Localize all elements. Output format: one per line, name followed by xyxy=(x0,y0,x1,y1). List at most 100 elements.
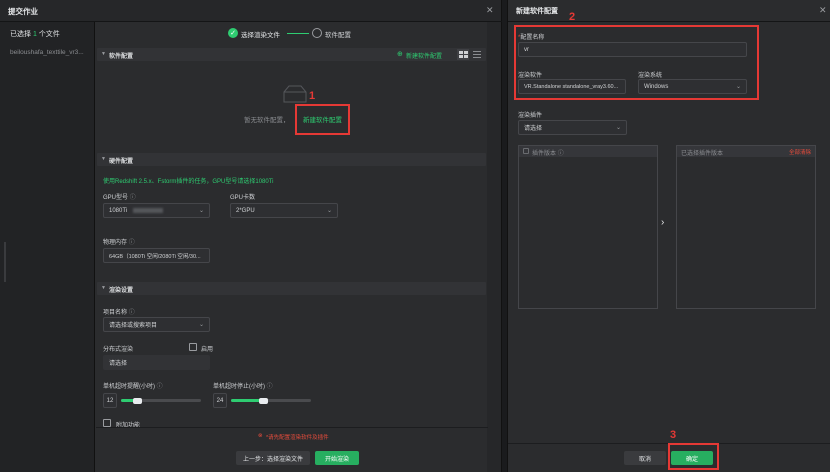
project-label: 项目名称 xyxy=(103,310,128,316)
start-render-button[interactable]: 开始渲染 xyxy=(315,451,359,465)
gpu-model-value: 1080Ti xyxy=(109,207,128,214)
info-icon: ⓘ xyxy=(156,384,163,390)
annotation-number: 2 xyxy=(569,11,576,23)
gpu-count-select[interactable]: 2*GPU ⌄ xyxy=(230,203,338,218)
memory-label: 物理内存 xyxy=(103,240,128,246)
confirm-button[interactable]: 确定 xyxy=(671,451,713,465)
selected-suffix: 个文件 xyxy=(36,31,60,38)
new-config-panel: 新建软件配置 ✕ *配置名称 vr 渲染软件 VR.Standalone sta… xyxy=(507,0,830,472)
chevron-down-icon: ⌄ xyxy=(198,208,204,214)
info-icon: ⓘ xyxy=(128,310,135,316)
empty-text: 暂无软件配置， xyxy=(244,117,290,124)
config-name-input[interactable]: vr xyxy=(518,42,747,57)
extra-feature-checkbox[interactable] xyxy=(103,419,111,427)
clear-all-link[interactable]: 全部清除 xyxy=(789,148,811,156)
stop-slider-handle[interactable] xyxy=(259,397,268,404)
render-plugin-label: 渲染插件 xyxy=(518,113,543,119)
gpu-count-label: GPU卡数 xyxy=(230,195,256,201)
render-os-label: 渲染系统 xyxy=(638,73,663,79)
chevron-down-icon: ⌄ xyxy=(735,84,741,90)
selected-count-text: 已选择 1 个文件 xyxy=(10,29,60,39)
empty-box-icon xyxy=(281,84,309,104)
close-icon[interactable]: ✕ xyxy=(486,5,494,16)
config-name-label: 配置名称 xyxy=(520,35,545,41)
error-icon: ⊗ xyxy=(258,433,263,439)
empty-new-config-link[interactable]: 新建软件配置 xyxy=(303,114,342,124)
chevron-down-icon: ⌄ xyxy=(326,208,332,214)
render-software-select[interactable]: VR.Standalone standalone_vray3.60... xyxy=(518,79,626,94)
error-text: *请先配置渲染软件及插件 xyxy=(266,435,329,441)
render-software-label: 渲染软件 xyxy=(518,73,543,79)
plugin-version-header-label: 插件版本 xyxy=(532,151,557,157)
config-name-label-row: *配置名称 xyxy=(518,32,544,41)
selected-version-header-label: 已选择插件版本 xyxy=(681,151,724,157)
panel-title-divider xyxy=(508,21,830,22)
project-label-row: 项目名称 ⓘ xyxy=(103,307,135,316)
panel-footer-divider xyxy=(508,443,830,444)
distributed-enable-label: 启用 xyxy=(201,347,214,353)
file-item[interactable]: beiloushafa_texttile_vr3... xyxy=(10,49,84,56)
step-select-files[interactable]: 选择渲染文件 xyxy=(241,29,280,39)
step-circle-icon xyxy=(312,28,322,38)
plus-circle-icon[interactable]: ⊕ xyxy=(397,50,403,58)
plugin-version-header-row: 插件版本 ⓘ xyxy=(532,148,564,157)
grid-view-icon[interactable] xyxy=(457,49,469,60)
render-section-header[interactable] xyxy=(97,282,486,295)
distributed-select[interactable]: 请选择 xyxy=(103,355,210,370)
select-all-checkbox[interactable] xyxy=(523,148,529,154)
distributed-checkbox[interactable] xyxy=(189,343,197,351)
blurred-region xyxy=(133,208,164,213)
step-connector xyxy=(287,33,309,34)
annotation-number: 1 xyxy=(309,90,316,102)
gpu-model-select[interactable]: 1080Ti ⌄ xyxy=(103,203,210,218)
cancel-button[interactable]: 取消 xyxy=(624,451,666,465)
memory-label-row: 物理内存 ⓘ xyxy=(103,237,135,246)
plugin-version-list[interactable] xyxy=(518,145,658,309)
footer-divider xyxy=(96,427,488,428)
stop-label-row: 单机超时停止(小时) ⓘ xyxy=(213,381,273,390)
dialog-title: 提交作业 xyxy=(8,7,38,16)
render-plugin-value: 请选择 xyxy=(524,126,543,132)
stop-hours-input[interactable]: 24 xyxy=(213,393,227,408)
file-list-panel: 已选择 1 个文件 beiloushafa_texttile_vr3... xyxy=(0,22,95,472)
close-icon[interactable]: ✕ xyxy=(819,5,827,16)
selected-version-list xyxy=(676,145,816,309)
panel-title: 新建软件配置 xyxy=(516,8,558,15)
prev-step-button[interactable]: 上一步：选择渲染文件 xyxy=(236,451,310,465)
gpu-model-label-row: GPU型号 ⓘ xyxy=(103,192,136,201)
stop-label: 单机超时停止(小时) xyxy=(213,384,265,390)
check-icon: ✓ xyxy=(228,28,238,38)
render-os-select[interactable]: Windows ⌄ xyxy=(638,79,747,94)
project-select[interactable]: 请选择或搜索项目 ⌄ xyxy=(103,317,210,332)
submit-job-dialog: 提交作业 ✕ 已选择 1 个文件 beiloushafa_texttile_vr… xyxy=(0,0,502,472)
start-slider-handle[interactable] xyxy=(133,397,142,404)
render-plugin-select[interactable]: 请选择 ⌄ xyxy=(518,120,627,135)
annotation-number: 3 xyxy=(670,429,677,441)
info-icon: ⓘ xyxy=(557,151,564,157)
info-icon: ⓘ xyxy=(129,195,136,201)
info-icon: ⓘ xyxy=(128,240,135,246)
hardware-tip: 使用Redshift 2.5.x、Fstorm插件的任务，GPU型号请选择108… xyxy=(103,179,274,185)
collapse-icon[interactable]: ▼ xyxy=(101,285,106,291)
resize-handle[interactable] xyxy=(4,242,6,282)
render-section-title: 渲染设置 xyxy=(109,288,134,294)
collapse-icon[interactable]: ▼ xyxy=(101,51,106,57)
render-os-value: Windows xyxy=(644,83,669,90)
hardware-section-header[interactable] xyxy=(97,153,486,166)
start-hours-input[interactable]: 12 xyxy=(103,393,117,408)
selected-prefix: 已选择 xyxy=(10,31,33,38)
memory-select[interactable]: 64GB（1080Ti 空闲/2080Ti 空闲/30... xyxy=(103,248,210,263)
new-config-link[interactable]: 新建软件配置 xyxy=(406,51,442,60)
collapse-icon[interactable]: ▼ xyxy=(101,156,106,162)
project-value: 请选择或搜索项目 xyxy=(109,323,158,329)
info-icon: ⓘ xyxy=(266,384,273,390)
hardware-section-title: 硬件配置 xyxy=(109,159,134,165)
list-view-icon[interactable] xyxy=(472,50,482,59)
start-label: 单机超时提醒(小时) xyxy=(103,384,155,390)
chevron-right-icon[interactable]: › xyxy=(661,217,664,228)
step-software-config[interactable]: 软件配置 xyxy=(325,29,351,39)
gpu-count-value: 2*GPU xyxy=(236,207,255,214)
chevron-down-icon: ⌄ xyxy=(198,322,204,328)
gpu-model-label: GPU型号 xyxy=(103,195,129,201)
distributed-label: 分布式渲染 xyxy=(103,347,134,353)
